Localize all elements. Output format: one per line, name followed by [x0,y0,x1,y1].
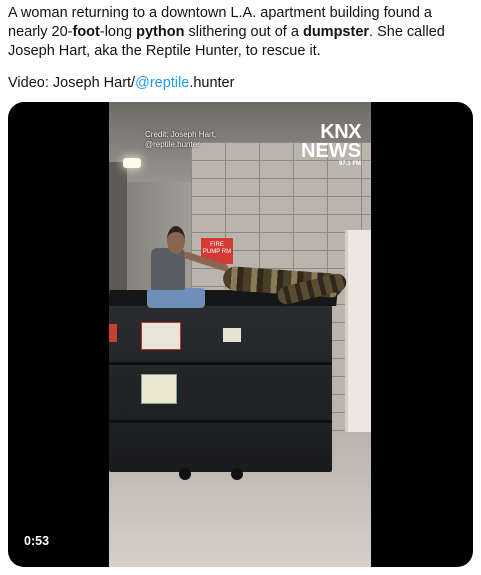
video-duration: 0:53 [18,531,56,551]
video-credit-line: Video: Joseph Hart/@reptile.hunter [8,74,234,93]
knx-news-logo: KNX NEWS 97.1 FM [301,121,362,168]
dumpster-sticker [223,328,241,342]
tweet-text-part: -long [99,24,137,40]
tweet-bold-python: python [136,24,185,40]
person-legs [147,288,205,308]
logo-line1: KNX [320,121,361,143]
tweet-bold-foot: foot [72,24,100,40]
video-overlay-credit: Credit: Joseph Hart, @reptile.hunter [145,130,217,149]
dumpster-rib [109,362,332,365]
dumpster [109,290,338,480]
dumpster-sticker [141,322,181,350]
person-torso [151,248,185,290]
tweet-text: A woman returning to a downtown L.A. apa… [8,4,470,61]
ceiling-light [123,158,141,168]
credit-suffix: .hunter [189,75,235,91]
dumpster-sticker [109,324,117,342]
mention-link[interactable]: @reptile [135,75,189,91]
tweet-text-part: slithering out of a [184,24,303,40]
credit-prefix: Video: Joseph Hart/ [8,75,136,91]
video-frame[interactable]: FIRE PUMP RM Credit: Joseph Hart, @repti… [109,102,371,567]
dumpster-wheel [179,468,191,480]
dumpster-sticker [141,374,177,404]
door [345,230,371,462]
video-player[interactable]: FIRE PUMP RM Credit: Joseph Hart, @repti… [8,102,473,567]
logo-line2: NEWS [301,140,361,162]
person-head [167,226,185,254]
dumpster-wheel [231,468,243,480]
tweet-bold-dumpster: dumpster [302,24,370,40]
dumpster-rib [109,420,332,423]
